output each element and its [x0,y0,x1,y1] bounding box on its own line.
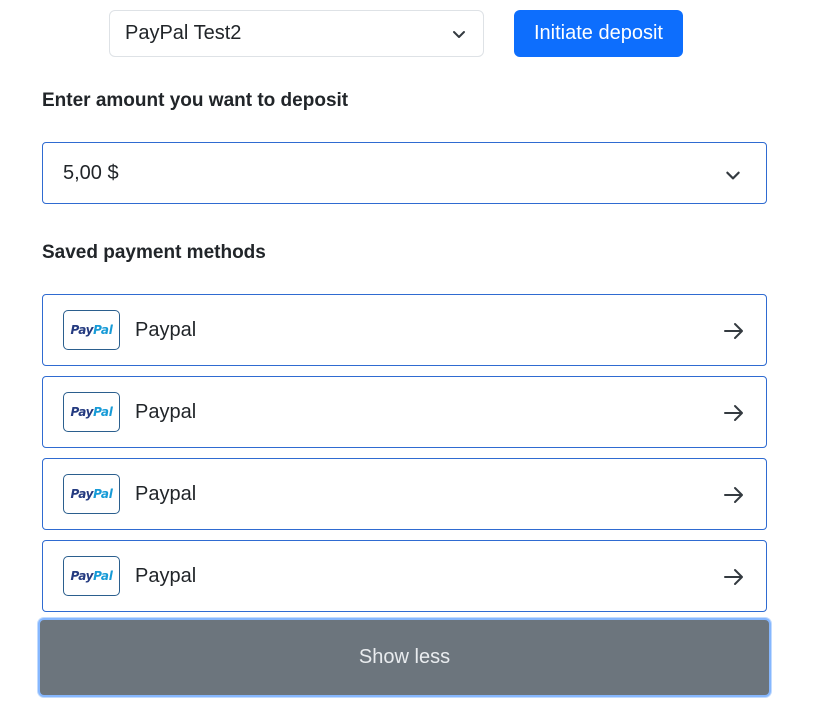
payment-method-name: Paypal [135,400,197,423]
paypal-logo-icon: Pay Pal [63,392,120,432]
payment-method-name: Paypal [135,564,197,587]
payment-method-name: Paypal [135,318,197,341]
saved-methods-label: Saved payment methods [42,242,266,263]
paypal-logo-icon: Pay Pal [63,556,120,596]
arrow-right-icon [722,319,746,343]
payment-method-name: Paypal [135,482,197,505]
account-select[interactable]: PayPal Test2 [109,10,484,57]
payment-method-item[interactable]: Pay Pal Paypal [42,376,767,448]
payment-method-item[interactable]: Pay Pal Paypal [42,294,767,366]
chevron-down-icon [724,166,742,184]
arrow-right-icon [722,401,746,425]
payment-method-item[interactable]: Pay Pal Paypal [42,458,767,530]
deposit-page: PayPal Test2 Initiate deposit Enter amou… [0,0,814,721]
paypal-logo-icon: Pay Pal [63,310,120,350]
account-select-value: PayPal Test2 [125,22,242,44]
amount-label: Enter amount you want to deposit [42,90,349,111]
paypal-logo-icon: Pay Pal [63,474,120,514]
initiate-deposit-button[interactable]: Initiate deposit [514,10,683,57]
arrow-right-icon [722,483,746,507]
payment-method-item[interactable]: Pay Pal Paypal [42,540,767,612]
amount-select-value: 5,00 $ [63,161,119,184]
show-less-button[interactable]: Show less [38,618,771,697]
chevron-down-icon [451,26,467,42]
arrow-right-icon [722,565,746,589]
amount-select[interactable]: 5,00 $ [42,142,767,204]
